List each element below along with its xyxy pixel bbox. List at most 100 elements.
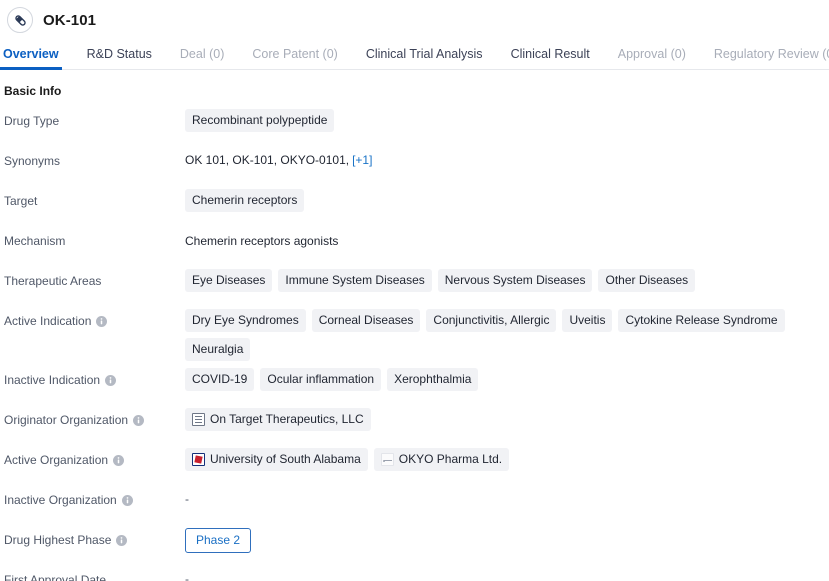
field-label-text: Drug Highest Phase (4, 533, 112, 547)
field-label-synonyms: Synonyms (4, 142, 185, 168)
page-header: OK-101 (0, 0, 829, 40)
tab-bar: Overview R&D Status Deal (0) Core Patent… (0, 40, 829, 70)
field-label-originator-organization: Originator Organization (4, 401, 185, 427)
field-label-first-approval-date: First Approval Date (4, 561, 185, 581)
field-value-therapeutic-areas: Eye Diseases Immune System Diseases Nerv… (185, 262, 829, 292)
chip-therapeutic-area[interactable]: Eye Diseases (185, 269, 273, 292)
section-title-basic-info: Basic Info (4, 84, 62, 98)
field-label-text: Synonyms (4, 154, 61, 168)
organization-name: University of South Alabama (210, 452, 361, 466)
chip-inactive-indication[interactable]: Xerophthalmia (387, 368, 479, 391)
university-crest-logo-icon (192, 453, 205, 466)
chip-active-indication[interactable]: Dry Eye Syndromes (185, 309, 306, 332)
field-row-active-organization: Active Organization University of South … (4, 441, 829, 481)
chip-organization[interactable]: OKYO Pharma Ltd. (373, 448, 510, 471)
mechanism-text: Chemerin receptors agonists (185, 234, 339, 248)
field-row-therapeutic-areas: Therapeutic Areas Eye Diseases Immune Sy… (4, 262, 829, 302)
field-row-inactive-organization: Inactive Organization - (4, 481, 829, 521)
chip-organization[interactable]: On Target Therapeutics, LLC (185, 408, 371, 431)
organization-name: OKYO Pharma Ltd. (398, 452, 503, 466)
document-logo-icon (192, 413, 205, 426)
field-label-mechanism: Mechanism (4, 222, 185, 248)
info-icon[interactable] (116, 534, 128, 546)
field-label-inactive-organization: Inactive Organization (4, 481, 185, 507)
chip-inactive-indication[interactable]: Ocular inflammation (260, 368, 382, 391)
chip-active-indication[interactable]: Cytokine Release Syndrome (618, 309, 785, 332)
field-value-first-approval-date: - (185, 561, 829, 581)
field-label-text: Active Organization (4, 453, 109, 467)
info-icon[interactable] (113, 454, 125, 466)
field-label-text: Inactive Indication (4, 373, 101, 387)
chip-therapeutic-area[interactable]: Immune System Diseases (278, 269, 432, 292)
field-value-synonyms: OK 101, OK-101, OKYO-0101, [+1] (185, 142, 829, 171)
chip-organization[interactable]: University of South Alabama (185, 448, 368, 471)
capsule-icon (7, 7, 33, 33)
field-label-text: Therapeutic Areas (4, 274, 102, 288)
tab-rd-status[interactable]: R&D Status (87, 47, 152, 69)
tab-deal[interactable]: Deal (0) (180, 47, 224, 69)
field-label-therapeutic-areas: Therapeutic Areas (4, 262, 185, 288)
info-icon[interactable] (133, 414, 145, 426)
field-value-inactive-indication: COVID-19 Ocular inflammation Xerophthalm… (185, 361, 829, 391)
field-label-drug-highest-phase: Drug Highest Phase (4, 521, 185, 547)
info-icon[interactable] (96, 315, 108, 327)
field-label-inactive-indication: Inactive Indication (4, 361, 185, 387)
chip-target[interactable]: Chemerin receptors (185, 189, 305, 212)
field-value-mechanism: Chemerin receptors agonists (185, 222, 829, 254)
okyo-logo-icon (380, 453, 394, 466)
tab-approval[interactable]: Approval (0) (618, 47, 686, 69)
field-label-text: Drug Type (4, 114, 60, 128)
field-label-active-indication: Active Indication (4, 302, 185, 328)
chip-therapeutic-area[interactable]: Nervous System Diseases (437, 269, 593, 292)
field-label-text: Mechanism (4, 234, 66, 248)
field-label-target: Target (4, 182, 185, 208)
field-value-target: Chemerin receptors (185, 182, 829, 212)
chip-active-indication[interactable]: Uveitis (562, 309, 613, 332)
info-icon[interactable] (105, 374, 117, 386)
field-row-first-approval-date: First Approval Date - (4, 561, 829, 581)
field-row-active-indication: Active Indication Dry Eye Syndromes Corn… (4, 302, 829, 361)
field-row-synonyms: Synonyms OK 101, OK-101, OKYO-0101, [+1] (4, 142, 829, 182)
synonyms-list: OK 101, OK-101, OKYO-0101, [+1] (185, 149, 372, 171)
tab-overview[interactable]: Overview (0, 47, 62, 70)
empty-value: - (185, 492, 189, 506)
field-value-drug-type: Recombinant polypeptide (185, 102, 829, 132)
field-row-mechanism: Mechanism Chemerin receptors agonists (4, 222, 829, 262)
chip-active-indication[interactable]: Corneal Diseases (311, 309, 421, 332)
status-badge-phase[interactable]: Phase 2 (185, 528, 252, 553)
tab-clinical-result[interactable]: Clinical Result (511, 47, 590, 69)
organization-name: On Target Therapeutics, LLC (210, 412, 364, 426)
field-value-active-organization: University of South Alabama OKYO Pharma … (185, 441, 829, 471)
field-row-target: Target Chemerin receptors (4, 182, 829, 222)
field-label-text: Inactive Organization (4, 493, 117, 507)
field-value-originator-organization: On Target Therapeutics, LLC (185, 401, 829, 431)
chip-inactive-indication[interactable]: COVID-19 (185, 368, 255, 391)
info-icon[interactable] (121, 494, 133, 506)
field-row-originator-organization: Originator Organization On Target Therap… (4, 401, 829, 441)
synonyms-text: OK 101, OK-101, OKYO-0101, (185, 153, 350, 167)
field-value-inactive-organization: - (185, 481, 829, 510)
chip-active-indication[interactable]: Neuralgia (185, 338, 251, 361)
field-label-text: Originator Organization (4, 413, 129, 427)
chip-drug-type[interactable]: Recombinant polypeptide (185, 109, 335, 132)
field-value-active-indication: Dry Eye Syndromes Corneal Diseases Conju… (185, 302, 829, 361)
basic-info-fields: Drug Type Recombinant polypeptide Synony… (0, 102, 829, 581)
field-value-drug-highest-phase: Phase 2 (185, 521, 829, 553)
tab-regulatory-review[interactable]: Regulatory Review (0) (714, 47, 829, 69)
tab-clinical-trial-analysis[interactable]: Clinical Trial Analysis (366, 47, 483, 69)
field-row-drug-type: Drug Type Recombinant polypeptide (4, 102, 829, 142)
empty-value: - (185, 572, 189, 581)
tab-core-patent[interactable]: Core Patent (0) (252, 47, 337, 69)
chip-active-indication[interactable]: Conjunctivitis, Allergic (426, 309, 557, 332)
synonyms-more-link[interactable]: [+1] (352, 153, 372, 167)
field-row-drug-highest-phase: Drug Highest Phase Phase 2 (4, 521, 829, 561)
field-label-text: Active Indication (4, 314, 92, 328)
field-label-drug-type: Drug Type (4, 102, 185, 128)
field-label-active-organization: Active Organization (4, 441, 185, 467)
field-row-inactive-indication: Inactive Indication COVID-19 Ocular infl… (4, 361, 829, 401)
drug-overview-page: OK-101 Overview R&D Status Deal (0) Core… (0, 0, 829, 581)
chip-therapeutic-area[interactable]: Other Diseases (598, 269, 696, 292)
field-label-text: Target (4, 194, 38, 208)
page-title: OK-101 (43, 11, 97, 29)
field-label-text: First Approval Date (4, 573, 107, 581)
